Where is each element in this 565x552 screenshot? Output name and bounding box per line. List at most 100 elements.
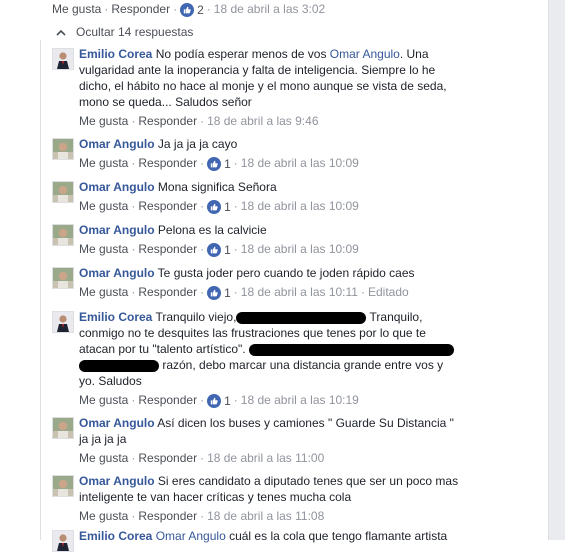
- comment-text-segment: cuál es la cola que tengo flamante artis…: [225, 529, 448, 543]
- reply-link[interactable]: Responder: [138, 393, 197, 407]
- timestamp[interactable]: 18 de abril a las 11:08: [207, 509, 324, 523]
- reaction-count[interactable]: 1: [207, 156, 231, 172]
- scrollbar[interactable]: [548, 0, 565, 540]
- thread-line: [40, 40, 41, 540]
- timestamp[interactable]: 18 de abril a las 10:11: [241, 285, 358, 299]
- comment-text-segment: Tranquilo viejo,: [152, 310, 237, 324]
- reply-link[interactable]: Responder: [138, 285, 197, 299]
- like-count-value: 1: [224, 199, 231, 214]
- emilio-avatar[interactable]: [52, 48, 74, 70]
- reaction-count[interactable]: 1: [207, 285, 231, 301]
- separator: ·: [131, 509, 136, 523]
- emilio-avatar[interactable]: [52, 311, 74, 333]
- parent-comment-actions: Me gusta · Responder · 2 · 18 de abril a las 3…: [52, 1, 325, 18]
- reaction-count[interactable]: 1: [207, 199, 231, 215]
- like-count-value: 1: [224, 285, 231, 300]
- timestamp[interactable]: 18 de abril a las 10:09: [241, 242, 359, 256]
- like-link[interactable]: Me gusta: [52, 2, 101, 16]
- reaction-count[interactable]: 1: [207, 242, 231, 258]
- comment-actions: Me gusta · Responder · 18 de abril a las 11:…: [79, 450, 462, 466]
- separator: ·: [200, 285, 205, 299]
- separator: ·: [200, 451, 205, 465]
- comment-body: Omar Angulo Pelona es la calvicie Me gust…: [79, 222, 462, 258]
- like-link[interactable]: Me gusta: [79, 242, 128, 256]
- comment-author[interactable]: Omar Angulo: [79, 180, 155, 194]
- comment-body: Omar Angulo Así dicen los buses y camion…: [79, 415, 462, 466]
- like-count-value: 1: [224, 156, 231, 171]
- comment-body: Omar Angulo Mona significa Señora Me gust…: [79, 179, 462, 215]
- reply-link[interactable]: Responder: [138, 242, 197, 256]
- mention-link[interactable]: Omar Angulo: [156, 529, 226, 543]
- thumbs-up-icon: [207, 156, 222, 171]
- timestamp[interactable]: 18 de abril a las 9:46: [207, 114, 318, 128]
- like-link[interactable]: Me gusta: [79, 156, 128, 170]
- comment-body: Omar Angulo Ja ja ja ja cayo Me gusta · Res…: [79, 136, 462, 172]
- reply-link[interactable]: Responder: [138, 156, 197, 170]
- reaction-count[interactable]: 2: [180, 2, 204, 18]
- comment-text: Emilio Corea Omar Angulo cuál es la cola…: [79, 528, 462, 544]
- reply-link[interactable]: Responder: [138, 509, 197, 523]
- thumbs-up-icon: [207, 285, 222, 300]
- comment-author[interactable]: Emilio Corea: [79, 529, 152, 543]
- like-link[interactable]: Me gusta: [79, 199, 128, 213]
- separator: ·: [200, 509, 205, 523]
- like-link[interactable]: Me gusta: [79, 451, 128, 465]
- hide-replies-label: Ocultar 14 respuestas: [76, 25, 194, 39]
- comment-actions: Me gusta · Responder · 1 · 18 de abril a las 1…: [79, 392, 462, 409]
- comment-text: Emilio Corea Tranquilo viejo, Tranquilo,…: [79, 309, 462, 389]
- separator: ·: [360, 285, 365, 299]
- reply-comment: Omar Angulo Pelona es la calvicie Me gust…: [52, 222, 462, 258]
- chevron-up-icon: [56, 29, 66, 36]
- comment-text: Omar Angulo Si eres candidato a diputado…: [79, 473, 462, 505]
- reply-link[interactable]: Responder: [138, 114, 197, 128]
- omar-avatar[interactable]: [52, 138, 74, 160]
- like-link[interactable]: Me gusta: [79, 509, 128, 523]
- separator: ·: [233, 199, 238, 213]
- timestamp[interactable]: 18 de abril a las 11:00: [207, 451, 324, 465]
- omar-avatar[interactable]: [52, 224, 74, 246]
- reaction-count[interactable]: 1: [207, 393, 231, 409]
- like-count-value: 1: [224, 393, 231, 408]
- reply-link[interactable]: Responder: [111, 2, 170, 16]
- like-link[interactable]: Me gusta: [79, 285, 128, 299]
- omar-avatar[interactable]: [52, 181, 74, 203]
- separator: ·: [131, 285, 136, 299]
- comment-text: Omar Angulo Te gusta joder pero cuando t…: [79, 265, 462, 281]
- comment-author[interactable]: Omar Angulo: [79, 137, 155, 151]
- reply-comment: Omar Angulo Ja ja ja ja cayo Me gusta · Res…: [52, 136, 462, 172]
- comment-body: Emilio Corea Omar Angulo cuál es la cola…: [79, 528, 462, 544]
- omar-avatar[interactable]: [52, 417, 74, 439]
- hide-replies-toggle[interactable]: Ocultar 14 respuestas: [56, 24, 193, 40]
- separator: ·: [200, 199, 205, 213]
- omar-avatar[interactable]: [52, 475, 74, 497]
- comment-author[interactable]: Omar Angulo: [79, 474, 155, 488]
- separator: ·: [200, 242, 205, 256]
- reply-comment: Emilio Corea Omar Angulo cuál es la cola…: [52, 528, 462, 552]
- like-link[interactable]: Me gusta: [79, 393, 128, 407]
- timestamp[interactable]: 18 de abril a las 10:19: [241, 393, 359, 407]
- comment-text: Omar Angulo Mona significa Señora: [79, 179, 462, 195]
- emilio-avatar[interactable]: [52, 530, 74, 552]
- timestamp[interactable]: 18 de abril a las 10:09: [241, 199, 359, 213]
- reply-link[interactable]: Responder: [138, 451, 197, 465]
- separator: ·: [104, 2, 109, 16]
- edited-label[interactable]: Editado: [368, 285, 409, 299]
- separator: ·: [206, 2, 211, 16]
- comment-body: Omar Angulo Si eres candidato a diputado…: [79, 473, 462, 524]
- comment-author[interactable]: Omar Angulo: [79, 266, 155, 280]
- reply-link[interactable]: Responder: [138, 199, 197, 213]
- omar-avatar[interactable]: [52, 267, 74, 289]
- comment-author[interactable]: Emilio Corea: [79, 310, 152, 324]
- timestamp[interactable]: 18 de abril a las 10:09: [241, 156, 359, 170]
- comment-author[interactable]: Omar Angulo: [79, 416, 155, 430]
- timestamp[interactable]: 18 de abril a las 3:02: [214, 2, 325, 16]
- comment-text-segment: Te gusta joder pero cuando te joden rápi…: [154, 266, 415, 280]
- comment-author[interactable]: Emilio Corea: [79, 47, 152, 61]
- like-link[interactable]: Me gusta: [79, 114, 128, 128]
- comment-author[interactable]: Omar Angulo: [79, 223, 155, 237]
- comment-actions: Me gusta · Responder · 1 · 18 de abril a las 1…: [79, 241, 462, 258]
- thumbs-up-icon: [180, 2, 195, 17]
- mention-link[interactable]: Omar Angulo: [330, 47, 400, 61]
- redaction-block: [236, 311, 367, 324]
- reply-comment: Emilio Corea No podía esperar menos de v…: [52, 46, 462, 129]
